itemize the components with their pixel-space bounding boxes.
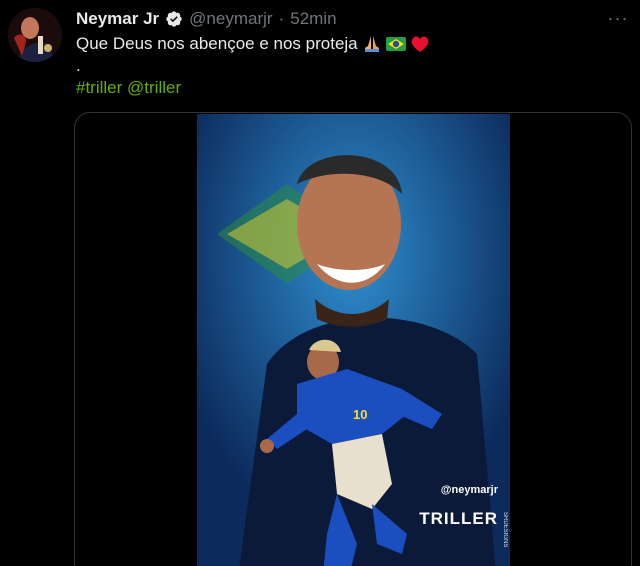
mention-link[interactable]: @triller <box>127 78 181 97</box>
media-card[interactable]: 10 @neymarjr TRILLER SRDESIGNS <box>74 112 632 566</box>
avatar[interactable] <box>8 8 62 62</box>
triller-logo: TRILLER <box>419 509 498 528</box>
avatar-image <box>8 8 62 62</box>
more-options-button[interactable]: ··· <box>604 6 632 30</box>
red-heart-emoji <box>411 36 428 52</box>
author-handle[interactable]: @neymarjr <box>189 9 272 29</box>
author-name[interactable]: Neymar Jr <box>76 9 159 29</box>
separator-dot: · <box>278 9 285 28</box>
tweet-image[interactable]: 10 @neymarjr TRILLER SRDESIGNS <box>197 114 510 566</box>
tweet-timestamp[interactable]: 52min <box>290 9 336 29</box>
designer-credit: SRDESIGNS <box>502 512 508 548</box>
tweet-text-line-2: . <box>76 56 81 75</box>
svg-text:10: 10 <box>353 407 367 422</box>
praying-hands-emoji <box>364 36 379 52</box>
hashtag-link[interactable]: #triller <box>76 78 122 97</box>
tweet-text-line-1: Que Deus nos abençoe e nos proteja <box>76 33 430 55</box>
tweet-header: Neymar Jr @neymarjr · 52min <box>76 8 337 30</box>
verified-badge-icon <box>166 11 182 27</box>
ellipsis-icon: ··· <box>607 7 629 28</box>
tweet-text-line-3: #triller @triller <box>76 77 181 99</box>
tweet[interactable]: Neymar Jr @neymarjr · 52min ··· Que Deus… <box>0 0 640 566</box>
brazil-flag-emoji <box>385 37 406 51</box>
tweet-image-artwork: 10 <box>197 114 510 566</box>
watermark-handle: @neymarjr <box>440 484 498 496</box>
tweet-text: Que Deus nos abençoe e nos proteja <box>76 34 358 53</box>
